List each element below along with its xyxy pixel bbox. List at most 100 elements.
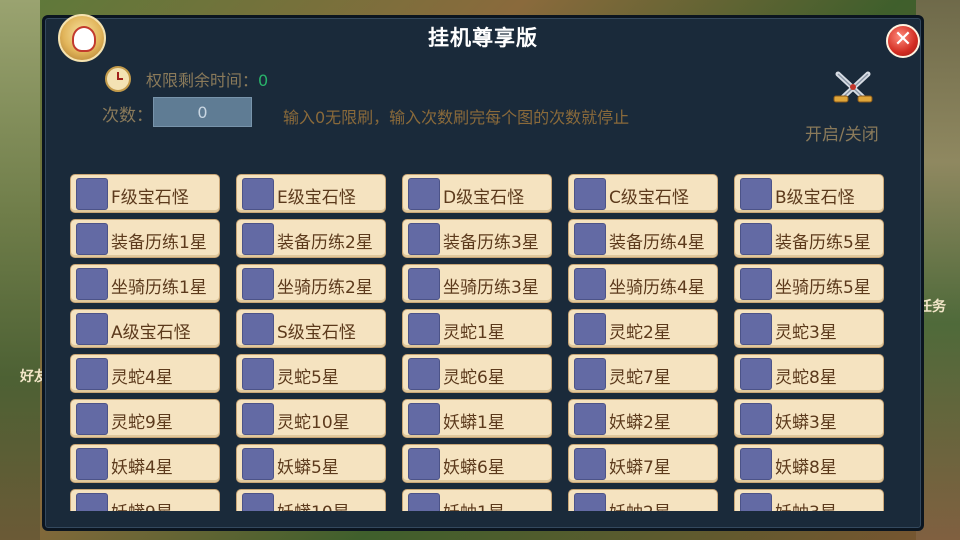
- option-item[interactable]: 妖蟒5星: [236, 444, 386, 483]
- option-item[interactable]: 坐骑历练2星: [236, 264, 386, 303]
- option-label: 妖蟒7星: [609, 458, 671, 478]
- option-checkbox[interactable]: [408, 178, 440, 210]
- option-checkbox[interactable]: [740, 358, 772, 390]
- option-checkbox[interactable]: [574, 493, 606, 511]
- option-item[interactable]: 装备历练3星: [402, 219, 552, 258]
- option-item[interactable]: 灵蛇4星: [70, 354, 220, 393]
- count-input[interactable]: [153, 97, 252, 127]
- option-checkbox[interactable]: [242, 358, 274, 390]
- option-item[interactable]: B级宝石怪: [734, 174, 884, 213]
- option-checkbox[interactable]: [408, 403, 440, 435]
- option-item[interactable]: 灵蛇6星: [402, 354, 552, 393]
- option-item[interactable]: 灵蛇3星: [734, 309, 884, 348]
- clock-icon: [105, 66, 131, 92]
- option-item[interactable]: 装备历练1星: [70, 219, 220, 258]
- option-item[interactable]: 妖蟒6星: [402, 444, 552, 483]
- option-checkbox[interactable]: [242, 223, 274, 255]
- option-item[interactable]: 灵蛇1星: [402, 309, 552, 348]
- option-item[interactable]: 妖蟒7星: [568, 444, 718, 483]
- option-checkbox[interactable]: [242, 268, 274, 300]
- option-checkbox[interactable]: [76, 223, 108, 255]
- option-item[interactable]: 妖蟒9星: [70, 489, 220, 511]
- crossed-swords-icon[interactable]: [832, 70, 874, 108]
- option-checkbox[interactable]: [76, 268, 108, 300]
- option-label: 装备历练5星: [775, 233, 871, 253]
- option-checkbox[interactable]: [740, 493, 772, 511]
- option-label: 灵蛇9星: [111, 413, 173, 433]
- background-left: [0, 0, 40, 540]
- option-checkbox[interactable]: [740, 268, 772, 300]
- option-item[interactable]: 坐骑历练4星: [568, 264, 718, 303]
- option-checkbox[interactable]: [76, 403, 108, 435]
- option-checkbox[interactable]: [408, 448, 440, 480]
- option-label: A级宝石怪: [111, 323, 191, 343]
- option-item[interactable]: 妖蚰3星: [734, 489, 884, 511]
- option-item[interactable]: 妖蟒4星: [70, 444, 220, 483]
- toggle-label[interactable]: 开启/关闭: [805, 120, 879, 145]
- option-item[interactable]: 妖蟒2星: [568, 399, 718, 438]
- option-item[interactable]: 灵蛇9星: [70, 399, 220, 438]
- option-label: 装备历练4星: [609, 233, 705, 253]
- option-checkbox[interactable]: [574, 223, 606, 255]
- option-checkbox[interactable]: [408, 313, 440, 345]
- option-item[interactable]: 妖蟒8星: [734, 444, 884, 483]
- option-item[interactable]: 灵蛇5星: [236, 354, 386, 393]
- option-list[interactable]: F级宝石怪 E级宝石怪 D级宝石怪 C级宝石怪 B级宝石怪 装备历练1星 装备历练2星 装备历…: [70, 174, 890, 511]
- option-label: 灵蛇4星: [111, 368, 173, 388]
- option-checkbox[interactable]: [408, 268, 440, 300]
- option-item[interactable]: D级宝石怪: [402, 174, 552, 213]
- close-icon[interactable]: ✕: [886, 24, 920, 58]
- option-item[interactable]: 坐骑历练1星: [70, 264, 220, 303]
- option-label: 灵蛇6星: [443, 368, 505, 388]
- option-checkbox[interactable]: [740, 223, 772, 255]
- option-label: D级宝石怪: [443, 188, 525, 208]
- option-checkbox[interactable]: [242, 178, 274, 210]
- option-checkbox[interactable]: [574, 178, 606, 210]
- option-item[interactable]: 妖蟒3星: [734, 399, 884, 438]
- option-checkbox[interactable]: [76, 358, 108, 390]
- option-checkbox[interactable]: [408, 223, 440, 255]
- option-checkbox[interactable]: [242, 403, 274, 435]
- option-item[interactable]: 灵蛇7星: [568, 354, 718, 393]
- option-checkbox[interactable]: [740, 448, 772, 480]
- option-checkbox[interactable]: [76, 313, 108, 345]
- option-item[interactable]: 妖蚰2星: [568, 489, 718, 511]
- option-checkbox[interactable]: [76, 178, 108, 210]
- option-item[interactable]: C级宝石怪: [568, 174, 718, 213]
- option-item[interactable]: 坐骑历练3星: [402, 264, 552, 303]
- option-item[interactable]: E级宝石怪: [236, 174, 386, 213]
- option-item[interactable]: 灵蛇2星: [568, 309, 718, 348]
- option-item[interactable]: S级宝石怪: [236, 309, 386, 348]
- option-checkbox[interactable]: [242, 313, 274, 345]
- option-item[interactable]: A级宝石怪: [70, 309, 220, 348]
- option-checkbox[interactable]: [242, 493, 274, 511]
- option-checkbox[interactable]: [740, 313, 772, 345]
- option-checkbox[interactable]: [76, 493, 108, 511]
- dialog-title: 挂机尊享版: [428, 26, 538, 50]
- option-checkbox[interactable]: [76, 448, 108, 480]
- option-checkbox[interactable]: [574, 268, 606, 300]
- option-checkbox[interactable]: [574, 448, 606, 480]
- option-checkbox[interactable]: [408, 493, 440, 511]
- option-checkbox[interactable]: [740, 178, 772, 210]
- option-item[interactable]: F级宝石怪: [70, 174, 220, 213]
- option-item[interactable]: 妖蟒1星: [402, 399, 552, 438]
- option-item[interactable]: 装备历练5星: [734, 219, 884, 258]
- option-item[interactable]: 灵蛇10星: [236, 399, 386, 438]
- option-checkbox[interactable]: [242, 448, 274, 480]
- option-label: 灵蛇3星: [775, 323, 837, 343]
- option-checkbox[interactable]: [574, 358, 606, 390]
- option-item[interactable]: 装备历练4星: [568, 219, 718, 258]
- option-label: 坐骑历练2星: [277, 278, 373, 298]
- option-item[interactable]: 灵蛇8星: [734, 354, 884, 393]
- option-checkbox[interactable]: [740, 403, 772, 435]
- option-item[interactable]: 妖蟒10星: [236, 489, 386, 511]
- option-checkbox[interactable]: [408, 358, 440, 390]
- option-item[interactable]: 坐骑历练5星: [734, 264, 884, 303]
- option-label: 坐骑历练1星: [111, 278, 207, 298]
- option-label: 灵蛇1星: [443, 323, 505, 343]
- option-item[interactable]: 装备历练2星: [236, 219, 386, 258]
- option-item[interactable]: 妖蚰1星: [402, 489, 552, 511]
- option-checkbox[interactable]: [574, 403, 606, 435]
- option-checkbox[interactable]: [574, 313, 606, 345]
